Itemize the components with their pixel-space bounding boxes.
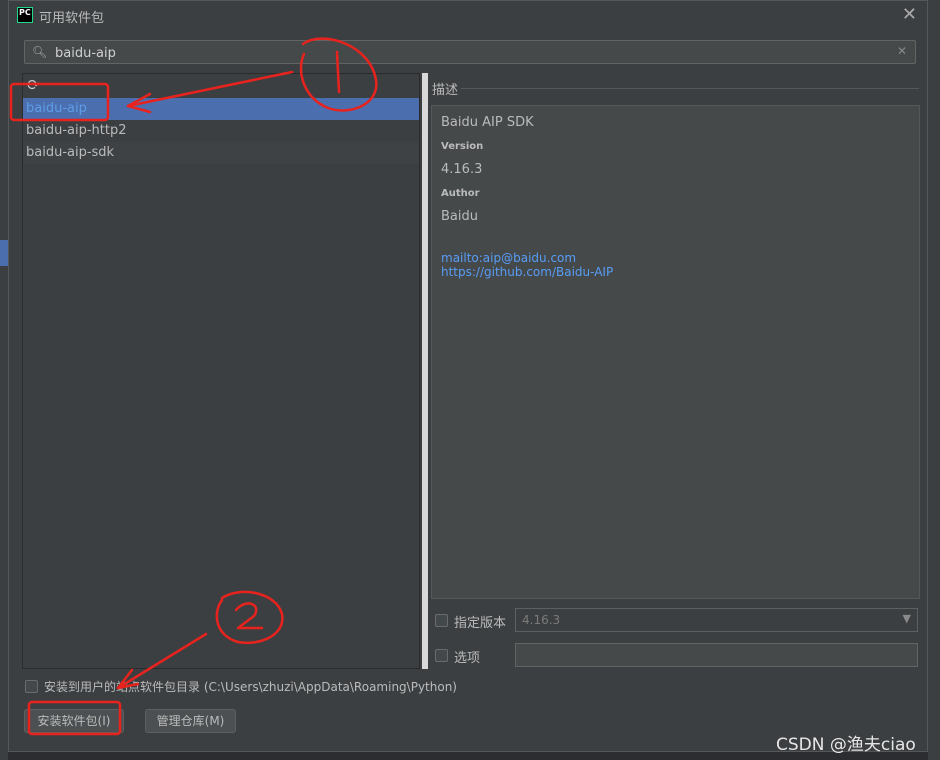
options-checkbox[interactable] <box>435 649 448 662</box>
package-item-baidu-aip[interactable]: baidu-aip <box>23 98 419 120</box>
description-panel: Baidu AIP SDK Version 4.16.3 Author Baid… <box>431 105 920 599</box>
panel-splitter[interactable] <box>422 73 428 669</box>
package-list: baidu-aip baidu-aip-http2 baidu-aip-sdk <box>23 98 419 164</box>
background-ide-strip-right <box>928 0 940 760</box>
manage-repositories-button[interactable]: 管理仓库(M) <box>145 709 236 733</box>
close-button[interactable]: ✕ <box>902 4 917 25</box>
background-ide-strip <box>0 0 8 760</box>
title-bar: PC 可用软件包 ✕ <box>9 1 927 29</box>
search-icon: 🔍︎ <box>32 45 48 59</box>
version-select-value: 4.16.3 <box>522 613 561 627</box>
author-value: Baidu <box>441 209 478 224</box>
package-display-name: Baidu AIP SDK <box>441 115 534 130</box>
version-select[interactable]: 4.16.3 ▼ <box>515 608 918 632</box>
package-item-baidu-aip-http2[interactable]: baidu-aip-http2 <box>23 120 419 142</box>
pycharm-logo-icon: PC <box>17 7 33 23</box>
version-heading: Version <box>441 141 484 152</box>
specify-version-label: 指定版本 <box>454 616 507 631</box>
description-divider <box>461 88 919 89</box>
install-user-site-checkbox[interactable] <box>25 680 38 693</box>
available-packages-dialog: PC 可用软件包 ✕ 🔍︎ ✕ ⟳ baidu-aip baidu-aip-ht… <box>8 0 928 752</box>
package-item-baidu-aip-sdk[interactable]: baidu-aip-sdk <box>23 142 419 164</box>
background-selection <box>0 240 8 266</box>
clear-icon[interactable]: ✕ <box>897 44 907 58</box>
specify-version-checkbox[interactable] <box>435 614 448 627</box>
github-link[interactable]: https://github.com/Baidu-AIP <box>441 265 613 279</box>
search-field[interactable]: 🔍︎ ✕ <box>24 40 916 64</box>
install-package-button[interactable]: 安装软件包(I) <box>24 709 124 733</box>
search-input[interactable] <box>53 43 877 63</box>
chevron-down-icon: ▼ <box>902 612 911 625</box>
dialog-title: 可用软件包 <box>39 11 105 26</box>
version-value: 4.16.3 <box>441 162 483 177</box>
author-heading: Author <box>441 188 480 199</box>
mailto-link[interactable]: mailto:aip@baidu.com <box>441 251 576 265</box>
package-list-panel: ⟳ baidu-aip baidu-aip-http2 baidu-aip-sd… <box>22 73 420 669</box>
description-label: 描述 <box>432 83 459 98</box>
refresh-icon[interactable]: ⟳ <box>27 76 40 94</box>
options-label: 选项 <box>454 651 481 666</box>
options-input[interactable] <box>515 643 918 667</box>
install-user-site-label: 安装到用户的站点软件包目录 (C:\Users\zhuzi\AppData\Ro… <box>44 680 457 694</box>
csdn-watermark: CSDN @渔夫ciao <box>776 735 916 755</box>
